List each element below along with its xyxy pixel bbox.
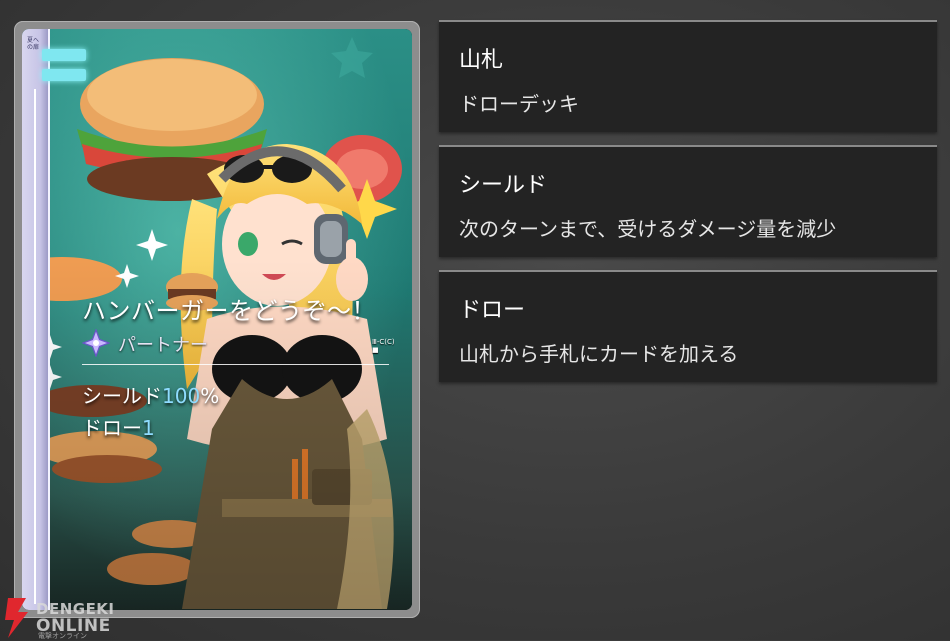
stat-draw-value: 1 (142, 416, 155, 440)
card-stat-draw: ドロー1 (82, 412, 155, 441)
glossary-description: ドローデッキ (459, 92, 579, 116)
card-divider (82, 364, 389, 365)
card-cost-bars (42, 49, 86, 89)
stat-shield-value: 100 (162, 384, 201, 408)
card-title: ハンバーガーをどうぞ～！ (82, 297, 376, 325)
glossary-description: 山札から手札にカードを加える (459, 342, 739, 366)
card-side-strip: 夏への扉 (22, 29, 50, 610)
cost-bar (42, 49, 86, 61)
glossary-term: シールド (459, 173, 548, 198)
card-side-line (34, 89, 36, 604)
glossary-term: ドロー (459, 298, 526, 323)
stat-draw-label: ドロー (82, 416, 142, 440)
glossary-panel-deck: 山札 ドローデッキ (439, 20, 937, 132)
glossary-panel-draw: ドロー 山札から手札にカードを加える (439, 270, 937, 382)
glossary-panel-shield: シールド 次のターンまで、受けるダメージ量を減少 (439, 145, 937, 257)
card-face: 夏への扉 ハンバーガーをどうぞ～！ パートナー Ⅲ-C(C) ■ シールド100… (22, 29, 412, 610)
cost-bar (42, 69, 86, 81)
card-type-row: パートナー Ⅲ-C(C) ■ (82, 329, 402, 357)
card-code: Ⅲ-C(C) ■ (372, 338, 395, 354)
card-side-text: 夏への扉 (27, 37, 40, 51)
glossary-description: 次のターンまで、受けるダメージ量を減少 (459, 217, 837, 241)
card-detail[interactable]: 夏への扉 ハンバーガーをどうぞ～！ パートナー Ⅲ-C(C) ■ シールド100… (14, 21, 420, 618)
card-type-label: パートナー (118, 335, 208, 356)
stat-shield-unit: % (200, 384, 220, 408)
card-stat-shield: シールド100% (82, 380, 219, 409)
stat-shield-label: シールド (82, 384, 162, 408)
glossary-term: 山札 (459, 48, 504, 73)
partner-sparkle-icon (82, 329, 110, 357)
